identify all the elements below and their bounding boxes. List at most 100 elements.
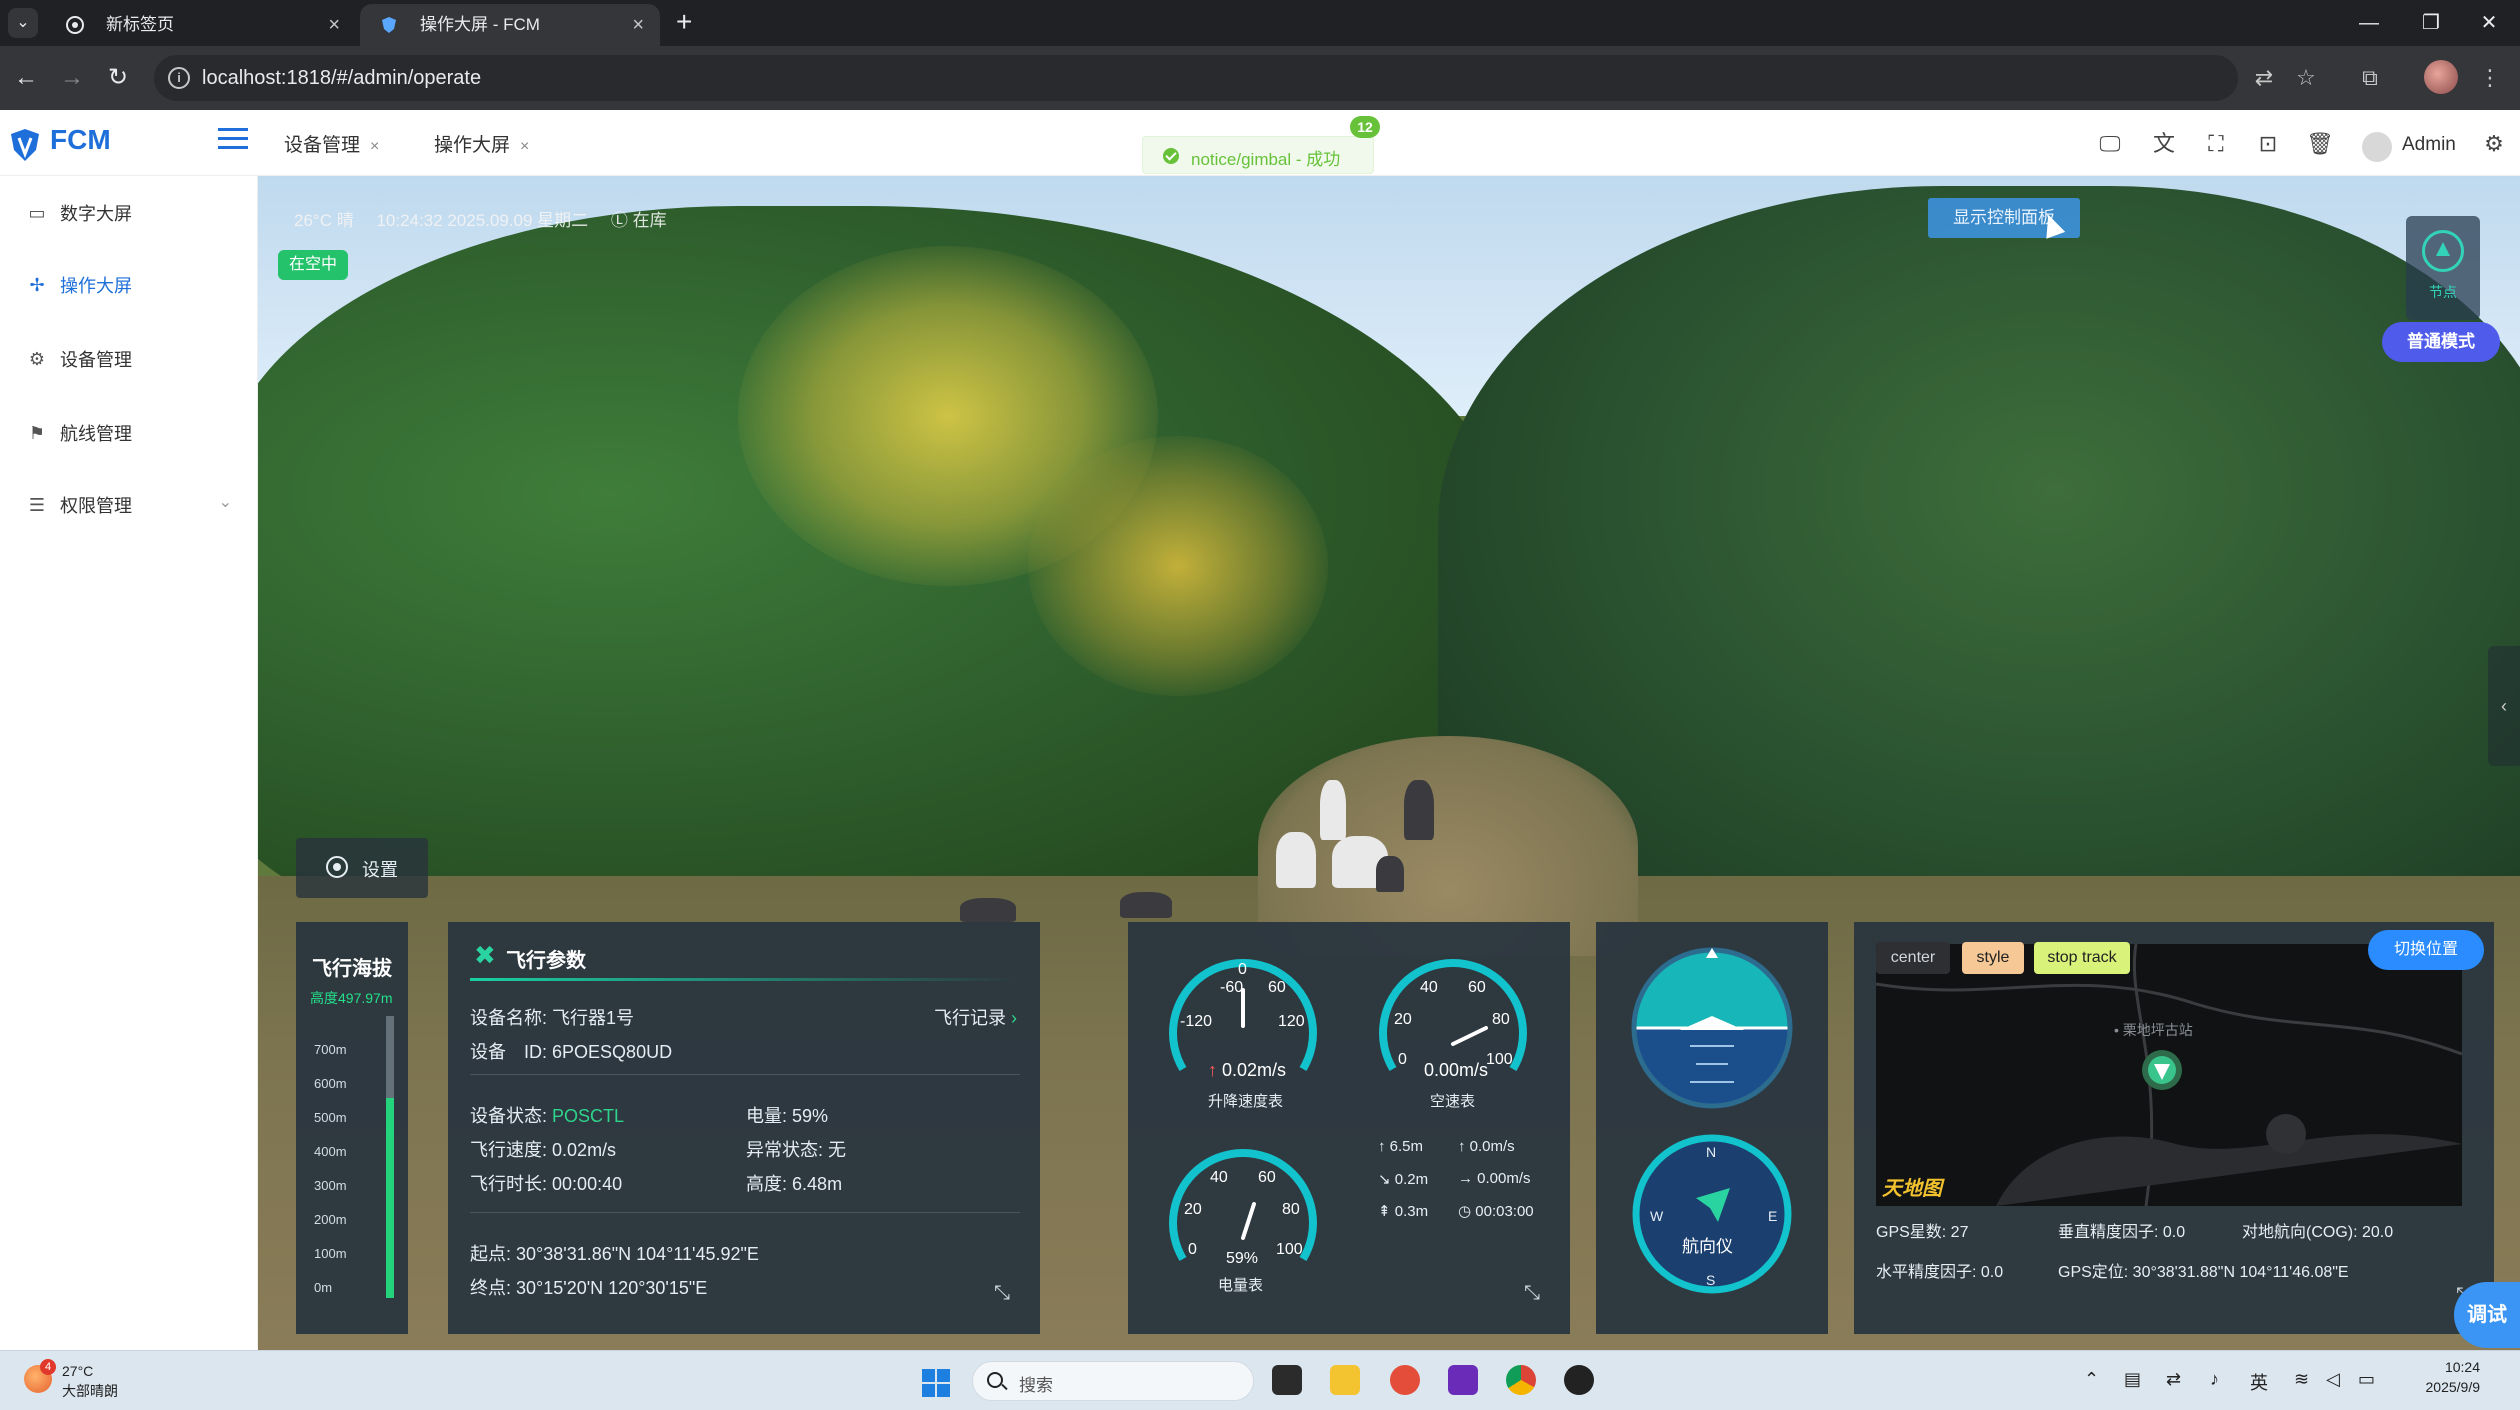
- chrome-taskbar-icon[interactable]: [1506, 1365, 1536, 1395]
- tray-overflow-icon[interactable]: ⌃: [2084, 1369, 2099, 1390]
- terminal-icon[interactable]: ⊡: [2254, 130, 2282, 158]
- expand-icon[interactable]: ⤡: [1524, 1282, 1546, 1304]
- title-underline: [470, 978, 1020, 981]
- video-person: [1404, 780, 1434, 840]
- close-window-button[interactable]: ✕: [2458, 0, 2520, 46]
- task-view-icon[interactable]: [1272, 1365, 1302, 1395]
- monitor-icon[interactable]: 🖵: [2096, 130, 2124, 158]
- browser-toolbar: ← → ↻ i localhost:1818/#/admin/operate ⇄…: [0, 46, 2520, 110]
- tray-app-icon[interactable]: ▤: [2124, 1369, 2141, 1390]
- stat-timer: ◷ 00:03:00: [1458, 1203, 1534, 1220]
- gauge-tick: -120: [1180, 1013, 1212, 1030]
- status-label: 设备状态:: [470, 1106, 548, 1126]
- reload-button[interactable]: ↻: [100, 60, 136, 96]
- site-info-icon[interactable]: i: [168, 67, 190, 89]
- altitude-bar-fill: [386, 1097, 394, 1298]
- close-tab-icon[interactable]: ×: [328, 4, 340, 46]
- tab-search-button[interactable]: ⌄: [8, 8, 38, 38]
- bookmark-star-icon[interactable]: ☆: [2292, 64, 2320, 92]
- url-text[interactable]: localhost:1818/#/admin/operate: [202, 55, 481, 101]
- sidebar-item-digital-screen[interactable]: ▭ 数字大屏: [0, 184, 258, 240]
- switch-position-button[interactable]: 切换位置: [2368, 930, 2484, 970]
- weather-description[interactable]: 大部晴朗: [62, 1381, 118, 1401]
- settings-button[interactable]: 设置: [296, 838, 428, 898]
- vertical-speed-text: 0.02m/s: [1222, 1060, 1287, 1080]
- node-button[interactable]: 节点: [2406, 216, 2480, 320]
- chevron-down-icon[interactable]: ⌄: [219, 492, 232, 512]
- app-icon[interactable]: [1564, 1365, 1594, 1395]
- close-panel-icon[interactable]: ✖: [474, 940, 496, 971]
- windows-start-icon[interactable]: [922, 1369, 950, 1397]
- battery-icon[interactable]: ▭: [2358, 1369, 2375, 1390]
- clock-time[interactable]: 10:24: [2424, 1359, 2480, 1375]
- collapse-panel-handle[interactable]: ‹: [2488, 646, 2520, 766]
- map-center-button[interactable]: center: [1876, 942, 1950, 974]
- wifi-icon[interactable]: ≋: [2294, 1369, 2309, 1390]
- close-icon[interactable]: ×: [520, 138, 529, 155]
- minimize-window-button[interactable]: —: [2338, 0, 2400, 46]
- video-yellow-foliage: [1028, 436, 1328, 696]
- menu-toggle-icon[interactable]: [218, 128, 248, 156]
- address-bar[interactable]: i localhost:1818/#/admin/operate: [154, 55, 2238, 101]
- taskbar-search[interactable]: 搜索: [972, 1361, 1254, 1401]
- crosshair-icon: ✢: [29, 275, 45, 295]
- status-badge: 在空中: [278, 250, 348, 280]
- translate-page-icon[interactable]: ⇄: [2250, 64, 2278, 92]
- end-label: 终点:: [470, 1278, 512, 1298]
- settings-gear-icon[interactable]: ⚙: [2480, 130, 2508, 158]
- file-explorer-icon[interactable]: [1330, 1365, 1360, 1395]
- expand-icon[interactable]: ⤡: [994, 1282, 1016, 1304]
- forward-button[interactable]: →: [54, 60, 90, 96]
- sidebar-item-operate-screen[interactable]: ✢ 操作大屏: [0, 256, 258, 312]
- battery-label: 电量:: [746, 1106, 788, 1126]
- back-button[interactable]: ←: [8, 60, 44, 96]
- map-style-button[interactable]: style: [1962, 942, 2024, 974]
- app-tab-device-management[interactable]: 设备管理 ×: [284, 130, 379, 157]
- browser-tab-operate[interactable]: 操作大屏 - FCM ×: [360, 4, 660, 46]
- app-icon[interactable]: [1448, 1365, 1478, 1395]
- volume-icon[interactable]: ◁: [2326, 1369, 2340, 1390]
- speed-label: 飞行速度:: [470, 1140, 548, 1160]
- input-method-icon[interactable]: 英: [2250, 1369, 2268, 1395]
- tray-sync-icon[interactable]: ⇄: [2166, 1369, 2181, 1390]
- stat-vertical-speed: ↑ 0.0m/s: [1458, 1138, 1515, 1155]
- device-status-row: 设备状态: POSCTL: [470, 1102, 624, 1128]
- sidebar-item-device-management[interactable]: ⚙ 设备管理: [0, 330, 258, 386]
- fullscreen-icon[interactable]: ⛶: [2202, 130, 2230, 158]
- browser-tab-newtab[interactable]: 新标签页 ×: [46, 4, 356, 46]
- trash-icon[interactable]: 🗑: [2306, 130, 2334, 158]
- weather-temperature[interactable]: 27°C: [62, 1363, 93, 1379]
- browser-menu-icon[interactable]: ⋮: [2476, 64, 2504, 92]
- app-tab-operate-screen[interactable]: 操作大屏 ×: [434, 130, 529, 157]
- arrow-up-icon: ↑: [1208, 1060, 1217, 1080]
- sidebar-item-route-management[interactable]: ⚑ 航线管理: [0, 404, 258, 460]
- avatar[interactable]: [2362, 132, 2392, 162]
- close-icon[interactable]: ×: [370, 138, 379, 155]
- altitude-tick: 100m: [314, 1246, 347, 1261]
- gauge-tick: 20: [1184, 1201, 1202, 1218]
- profile-avatar[interactable]: [2424, 60, 2458, 94]
- drone-video-feed[interactable]: 26°C 晴 10:24:32 2025.09.09 星期二 Ⓛ 在库 在空中 …: [258, 176, 2520, 1350]
- node-label: 节点: [2429, 284, 2457, 300]
- sidebar: ▭ 数字大屏 ✢ 操作大屏 ⚙ 设备管理 ⚑ 航线管理 ☰ 权限管理 ⌄: [0, 176, 258, 1350]
- flight-log-link[interactable]: 飞行记录 ›: [934, 1004, 1017, 1030]
- debug-button[interactable]: 调试: [2454, 1282, 2520, 1348]
- map-stop-track-button[interactable]: stop track: [2034, 942, 2130, 974]
- windows-taskbar: 4 27°C 大部晴朗 搜索 ⌃ ▤ ⇄ ♪ 英 ≋ ◁ ▭ 10:24 202…: [0, 1350, 2520, 1410]
- app-icon[interactable]: [1390, 1365, 1420, 1395]
- sidebar-item-permission-management[interactable]: ☰ 权限管理 ⌄: [0, 476, 258, 532]
- altitude-bar: [386, 1016, 394, 1298]
- maximize-window-button[interactable]: ❐: [2400, 0, 2462, 46]
- new-tab-button[interactable]: +: [676, 6, 692, 38]
- microphone-icon[interactable]: ♪: [2210, 1369, 2219, 1390]
- translate-icon[interactable]: 文: [2150, 130, 2178, 158]
- close-tab-icon[interactable]: ×: [632, 4, 644, 46]
- user-name[interactable]: Admin: [2402, 134, 2456, 156]
- extensions-icon[interactable]: ⧉: [2356, 64, 2384, 92]
- clock-date[interactable]: 2025/9/9: [2398, 1379, 2481, 1395]
- altitude-value: 高度497.97m: [310, 990, 393, 1006]
- map-view[interactable]: • 栗地坪古站 天地图: [1875, 943, 2463, 1207]
- airspeed-value: 0.00m/s: [1424, 1060, 1489, 1080]
- normal-mode-button[interactable]: 普通模式: [2382, 322, 2500, 362]
- gauge-tick: 60: [1468, 979, 1486, 996]
